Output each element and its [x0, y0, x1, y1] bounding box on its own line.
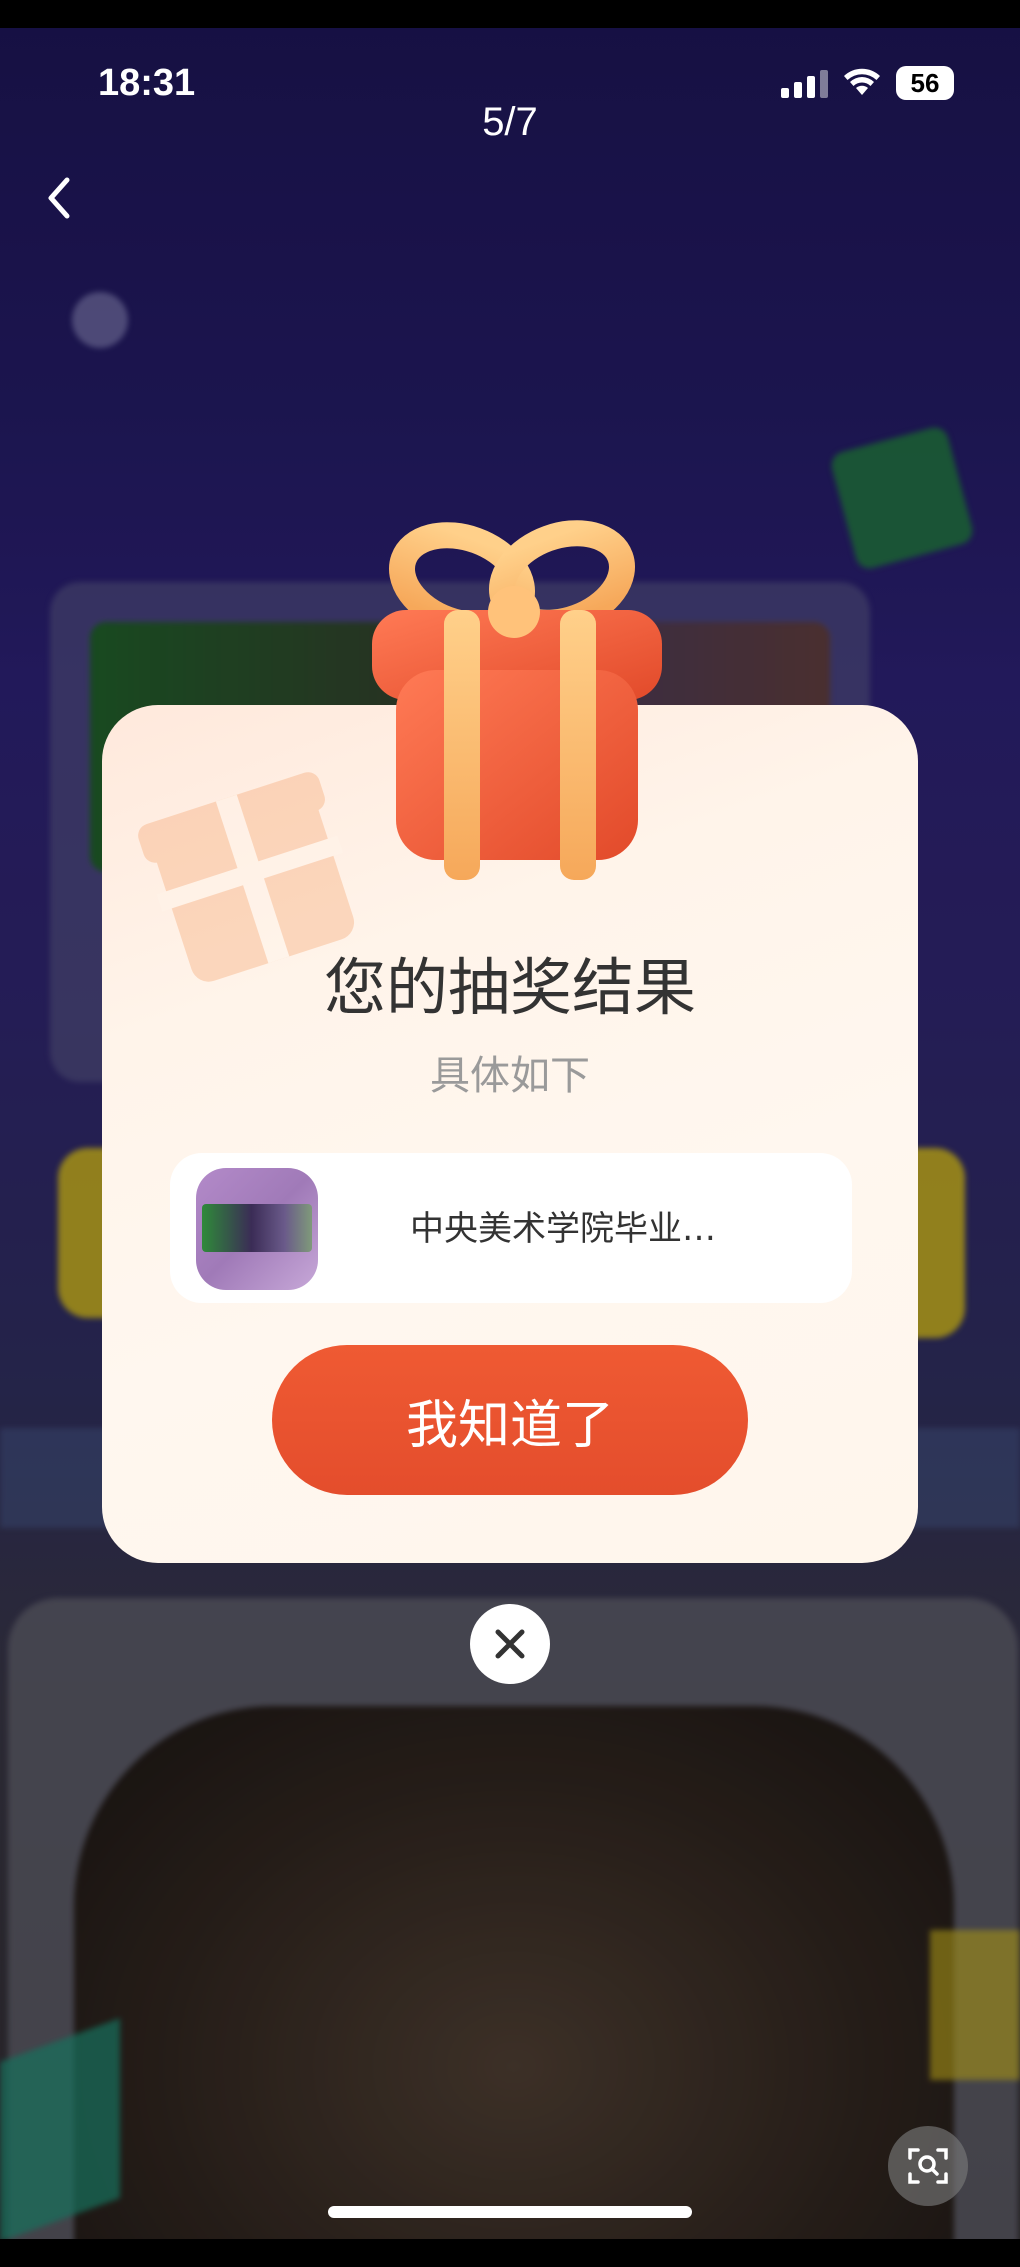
close-icon [495, 1629, 525, 1659]
prize-card: 中央美术学院毕业… [170, 1153, 852, 1303]
confirm-button[interactable]: 我知道了 [272, 1345, 748, 1495]
page-indicator: 5/7 [482, 100, 538, 144]
dialog-subtitle: 具体如下 [430, 1053, 590, 1099]
visual-search-icon [908, 2148, 948, 2184]
back-button[interactable] [30, 168, 90, 228]
wifi-icon [844, 68, 880, 95]
dialog-title: 您的抽奖结果 [323, 951, 696, 1024]
bottom-black-bar [0, 2239, 1020, 2267]
close-button[interactable] [470, 1604, 550, 1684]
status-icons: 56 [781, 66, 954, 100]
battery-icon: 56 [896, 66, 954, 100]
status-time: 18:31 [98, 62, 196, 104]
signal-bars-icon [781, 68, 828, 98]
phone-screen: 18:31 5/7 56 您的抽奖结果 具体如下 中央美术学院毕业… 我知道了 [0, 0, 1020, 2267]
chevron-left-icon [48, 177, 70, 219]
gift-box-icon [372, 520, 662, 880]
prize-name: 中央美术学院毕业… [410, 1209, 716, 1249]
home-indicator[interactable] [328, 2206, 692, 2218]
prize-thumbnail-image [202, 1204, 312, 1252]
prize-thumbnail [196, 1168, 318, 1290]
visual-search-button[interactable] [888, 2126, 968, 2206]
